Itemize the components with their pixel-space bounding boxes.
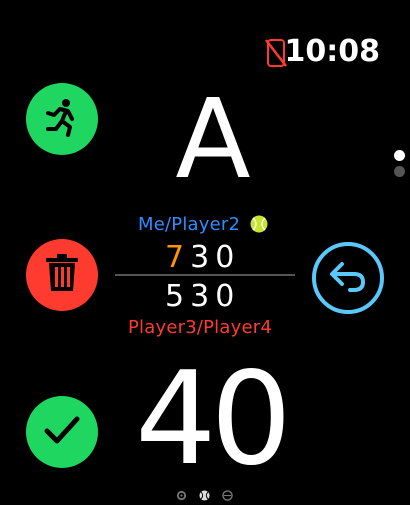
page-dot-inactive bbox=[394, 166, 405, 177]
page-dot-active bbox=[394, 150, 405, 161]
bottom-point-display: 40 bbox=[135, 345, 292, 494]
tennis-ball-icon bbox=[250, 215, 268, 238]
team2-game-3: 0 bbox=[215, 279, 241, 314]
undo-arrow-icon bbox=[328, 258, 368, 298]
team2-game-1: 5 bbox=[165, 279, 191, 314]
workout-button[interactable] bbox=[26, 83, 98, 155]
status-bar: 10:08 bbox=[260, 30, 390, 74]
team1-game-1: 7 bbox=[165, 240, 191, 275]
team2-name: Player3/Player4 bbox=[128, 317, 272, 338]
team2-games-row: 530 bbox=[165, 279, 240, 314]
team1-game-2: 3 bbox=[190, 240, 216, 275]
team1-label: Me/Player2 bbox=[138, 214, 268, 238]
team2-game-2: 3 bbox=[190, 279, 216, 314]
trash-icon bbox=[44, 253, 80, 297]
confirm-button[interactable] bbox=[26, 396, 98, 468]
running-person-icon bbox=[42, 97, 82, 141]
team1-name: Me/Player2 bbox=[138, 214, 241, 235]
checkmark-icon bbox=[44, 415, 80, 449]
team1-game-3: 0 bbox=[215, 240, 241, 275]
score-divider bbox=[115, 274, 295, 276]
top-point-display: A bbox=[175, 75, 251, 203]
status-time: 10:08 bbox=[284, 34, 381, 69]
team1-games-row: 730 bbox=[165, 240, 240, 275]
undo-button[interactable] bbox=[312, 242, 384, 314]
delete-button[interactable] bbox=[26, 239, 98, 311]
bottom-page-indicators bbox=[176, 489, 236, 501]
